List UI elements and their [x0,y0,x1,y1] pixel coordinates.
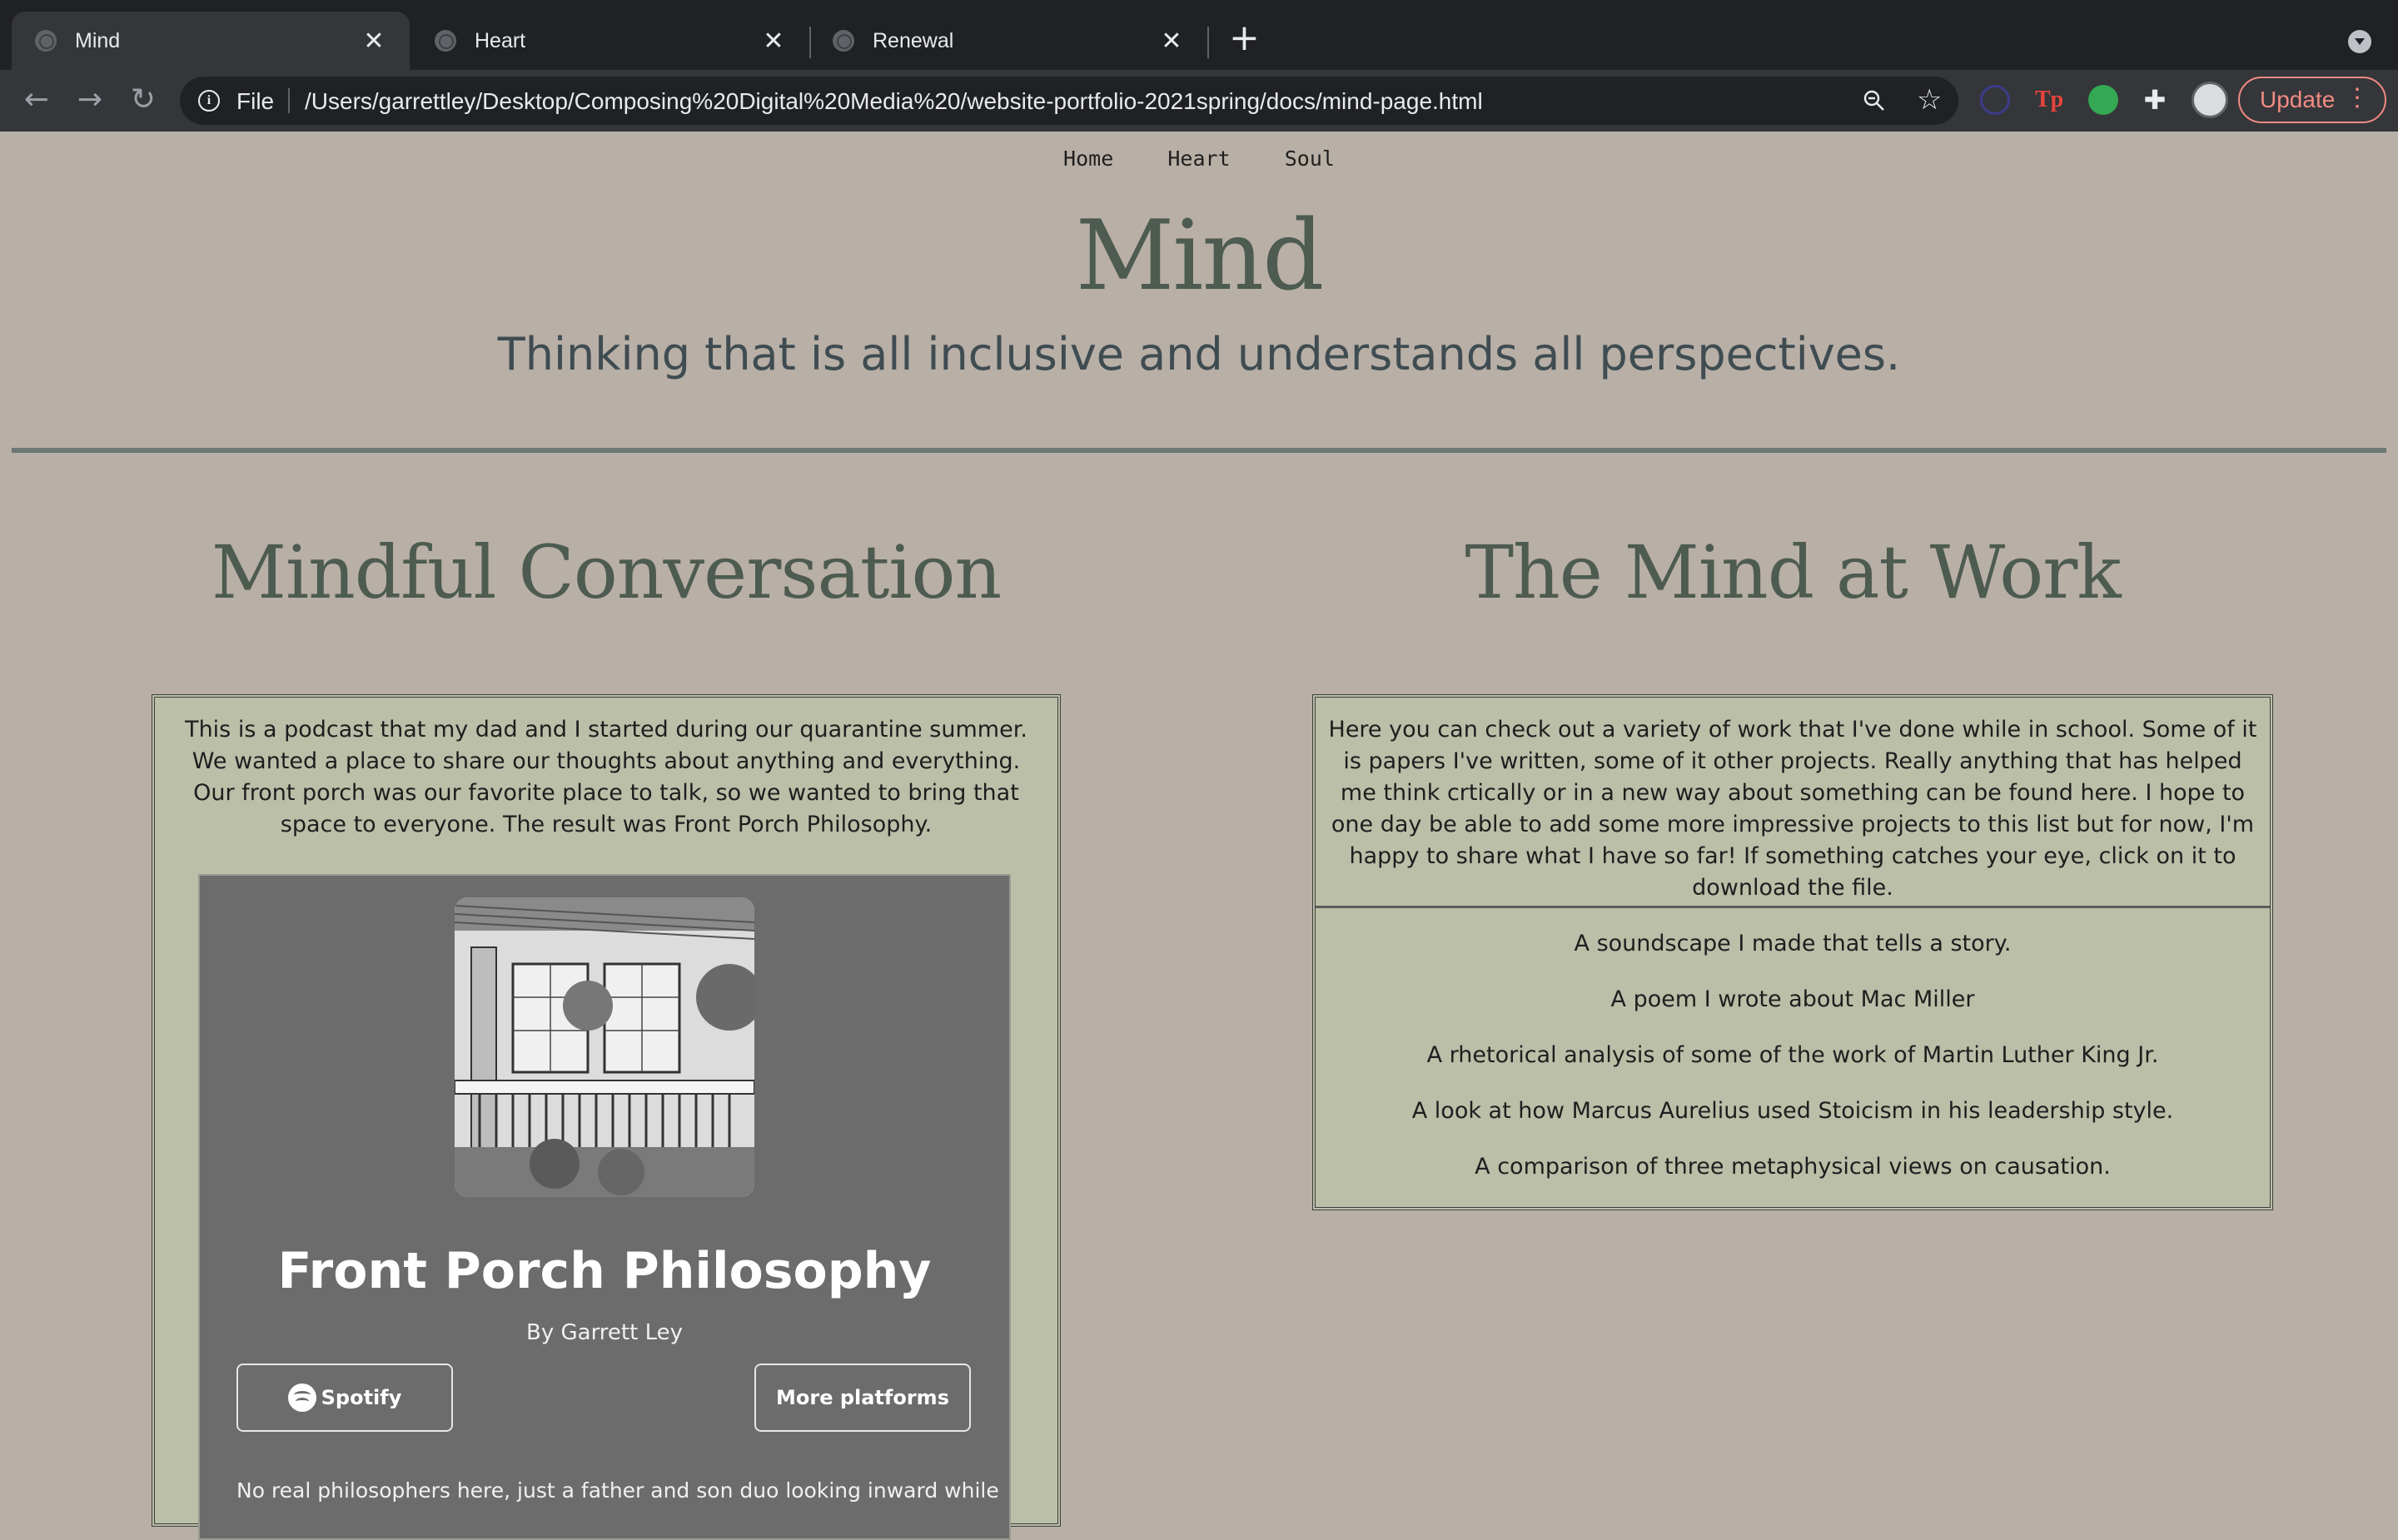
podcast-description: This is a podcast that my dad and I star… [185,717,1027,837]
extension-green-icon[interactable] [2088,85,2118,115]
tab-renewal[interactable]: Renewal ✕ [809,12,1207,70]
extension-ring-icon[interactable] [1980,85,2010,115]
show-title[interactable]: Front Porch Philosophy [200,1242,1009,1300]
update-label: Update [2260,87,2336,112]
bookmark-star-icon[interactable]: ☆ [1917,83,1942,117]
work-item-link[interactable]: A comparison of three metaphysical views… [1316,1150,2270,1206]
page-subtitle: Thinking that is all inclusive and under… [497,328,1901,380]
tab-title: Heart [475,28,526,52]
zoom-icon[interactable] [1862,88,1887,113]
info-icon[interactable]: i [198,90,220,112]
nav-link-heart[interactable]: Heart [1167,147,1230,171]
work-item-link[interactable]: A look at how Marcus Aurelius used Stoic… [1316,1095,2270,1150]
omnibox-separator [288,88,290,113]
tab-title: Mind [75,28,121,52]
horizontal-divider [12,448,2386,453]
spotify-embed[interactable]: Front Porch Philosophy By Garrett Ley Sp… [198,874,1011,1540]
tab-strip: Mind ✕ Heart ✕ Renewal ✕ + [0,0,2398,70]
work-card: Here you can check out a variety of work… [1312,694,2273,1210]
back-icon[interactable]: ← [18,82,55,118]
nav-link-home[interactable]: Home [1063,147,1113,171]
tab-heart[interactable]: Heart ✕ [411,12,809,70]
avatar[interactable] [2192,82,2228,118]
kebab-menu-icon[interactable]: ⋮ [2345,83,2370,112]
reload-icon[interactable]: ↻ [125,82,162,118]
page-content: Home Heart Soul Mind Thinking that is al… [0,132,2398,1540]
podcast-cover-image [455,897,754,1197]
more-platforms-label: More platforms [776,1386,949,1409]
section-heading-podcast: Mindful Conversation [211,529,1002,615]
update-button[interactable]: Update ⋮ [2238,77,2386,123]
spotify-label: Spotify [321,1386,402,1409]
browser-toolbar: ← → ↻ i File /Users/garrettley/Desktop/C… [0,70,2398,132]
url-text[interactable]: /Users/garrettley/Desktop/Composing%20Di… [305,88,1483,115]
spotify-button[interactable]: Spotify [236,1364,453,1432]
new-tab-icon[interactable]: + [1229,20,1260,57]
globe-icon [35,30,57,52]
work-item-link[interactable]: A soundscape I made that tells a story. [1316,927,2270,983]
close-icon[interactable]: ✕ [361,27,386,56]
work-description: Here you can check out a variety of work… [1328,717,2257,901]
spotify-logo-icon [287,1384,316,1412]
tab-title: Renewal [873,28,954,52]
work-item-link[interactable]: A rhetorical analysis of some of the wor… [1316,1039,2270,1095]
more-platforms-button[interactable]: More platforms [754,1364,971,1432]
globe-icon [833,30,854,52]
card-divider [1316,906,2270,908]
nav-link-soul[interactable]: Soul [1285,147,1335,171]
work-item-link[interactable]: A poem I wrote about Mac Miller [1316,983,2270,1039]
work-list: A soundscape I made that tells a story. … [1316,927,2270,1206]
site-nav: Home Heart Soul [0,147,2398,171]
podcast-card: This is a podcast that my dad and I star… [152,694,1061,1540]
close-icon[interactable]: ✕ [761,27,786,56]
globe-icon [435,30,456,52]
porch-sketch-image [455,897,754,1197]
forward-icon[interactable]: → [72,82,108,118]
address-bar[interactable]: i File /Users/garrettley/Desktop/Composi… [180,77,1958,125]
page-title: Mind [1075,200,1325,312]
show-description: No real philosophers here, just a father… [236,1478,999,1503]
close-icon[interactable]: ✕ [1159,27,1184,56]
tab-search-icon[interactable] [2348,30,2371,53]
extensions-puzzle-icon[interactable]: ✚ [2140,85,2170,115]
extension-tp-icon[interactable]: Tp [2035,85,2065,115]
section-heading-work: The Mind at Work [1465,529,2121,615]
tab-separator [1207,27,1209,58]
show-author: By Garrett Ley [526,1320,683,1345]
tab-mind[interactable]: Mind ✕ [12,12,410,70]
scheme-label: File [236,88,275,114]
